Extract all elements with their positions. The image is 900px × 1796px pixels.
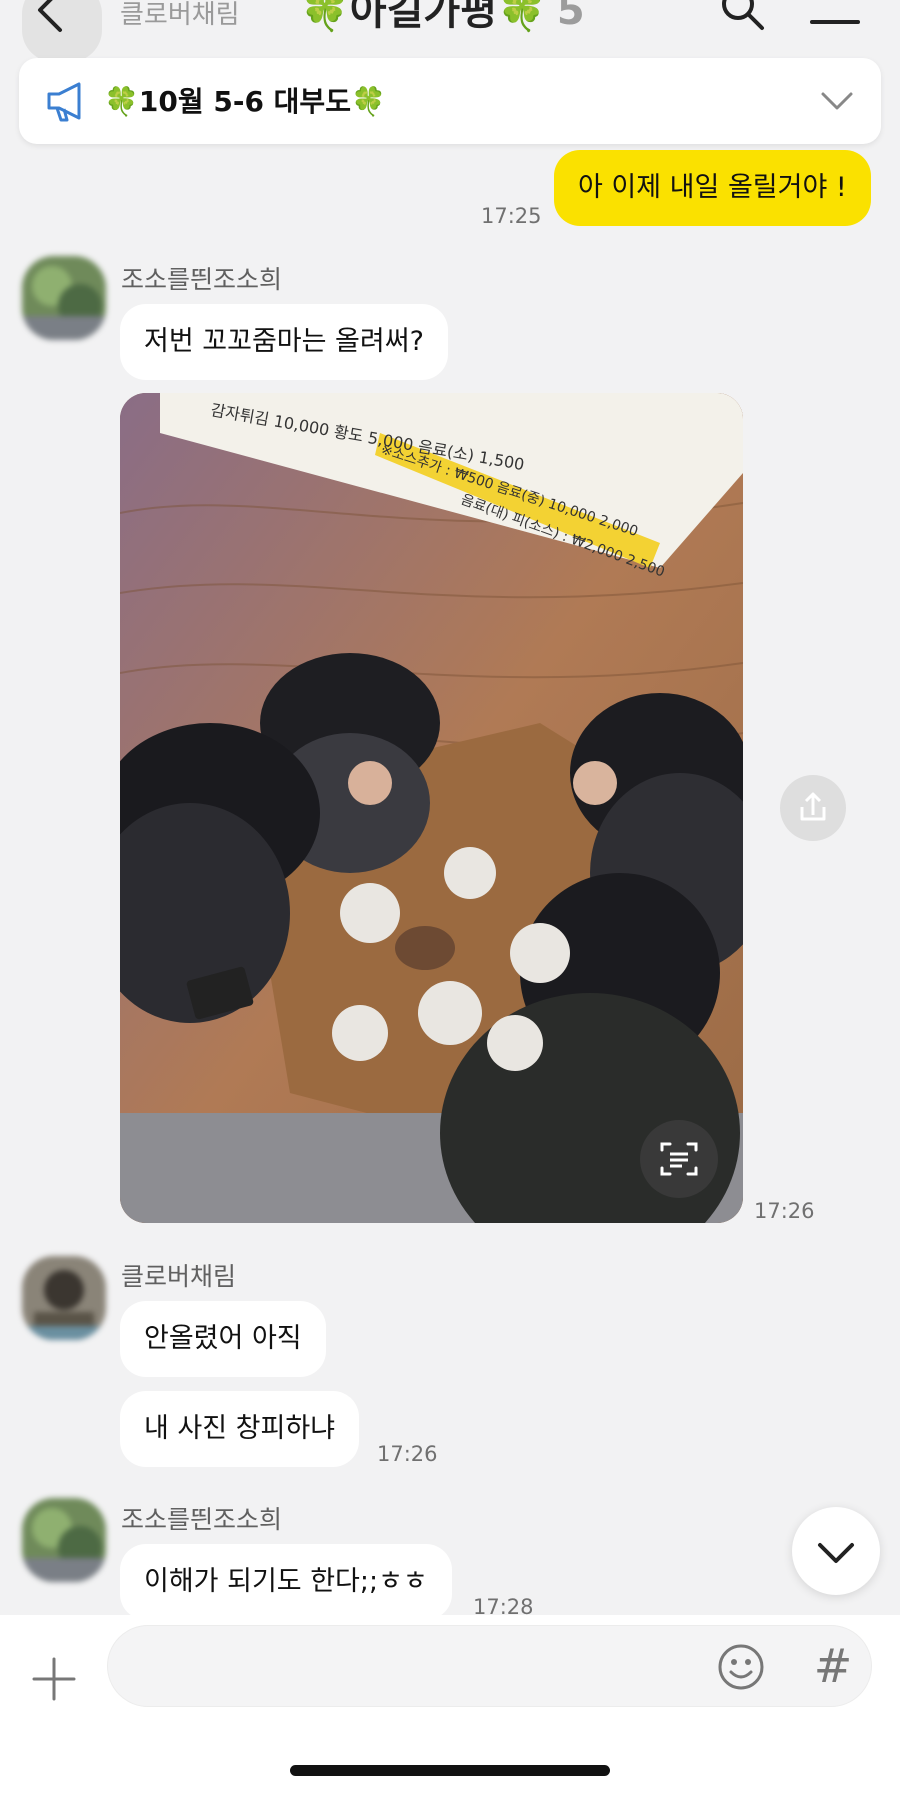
- avatar[interactable]: [22, 1498, 106, 1582]
- search-button[interactable]: [718, 0, 766, 32]
- notice-banner[interactable]: 🍀10월 5-6 대부도🍀: [19, 58, 881, 144]
- message-bubble[interactable]: 내 사진 창피하냐: [120, 1391, 360, 1467]
- menu-button[interactable]: [810, 0, 860, 30]
- notice-text: 🍀10월 5-6 대부도🍀: [104, 85, 386, 118]
- chat-title-text: 🍀아길가평🍀: [300, 0, 547, 34]
- message-bubble[interactable]: 이해가 되기도 한다;;ㅎㅎ: [120, 1544, 452, 1620]
- avatar[interactable]: [22, 256, 106, 340]
- message-time: 17:25: [481, 204, 542, 228]
- share-button[interactable]: [780, 775, 846, 841]
- text-scan-icon: [660, 1142, 698, 1176]
- hash-icon[interactable]: #: [808, 1636, 858, 1696]
- search-icon: [722, 0, 764, 30]
- chevron-down-icon: [818, 1543, 854, 1563]
- message-time: 17:26: [754, 1199, 815, 1223]
- sender-name: 조소를띈조소희: [121, 1505, 283, 1534]
- megaphone-icon: [45, 80, 89, 122]
- scroll-to-bottom-button[interactable]: [792, 1507, 880, 1595]
- message-bubble[interactable]: 안올렸어 아직: [120, 1301, 326, 1377]
- message-time: 17:26: [377, 1442, 438, 1466]
- avatar[interactable]: [22, 1256, 106, 1340]
- text-scan-button[interactable]: [640, 1120, 718, 1198]
- emoji-button[interactable]: [716, 1642, 766, 1692]
- message-input-bar: #: [0, 1615, 900, 1796]
- sender-name: 조소를띈조소희: [121, 265, 283, 294]
- header-ghost-sender: 클로버채림: [120, 0, 240, 30]
- plus-icon: [32, 1657, 76, 1701]
- my-message-bubble[interactable]: 아 이제 내일 올릴거야 !: [554, 150, 871, 226]
- chat-header: 클로버채림 🍀아길가평🍀 5: [0, 0, 900, 62]
- shared-photo[interactable]: 감자튀김 10,000 황도 5,000 음료(소) 1,500 ※소스추가 :…: [120, 393, 743, 1223]
- emoji-icon: [718, 1644, 764, 1690]
- back-chevron-icon: [38, 0, 62, 32]
- notice-expand-button[interactable]: [819, 86, 855, 114]
- message-input[interactable]: #: [107, 1625, 872, 1707]
- share-icon: [800, 792, 826, 821]
- chat-title: 🍀아길가평🍀 5: [300, 0, 585, 36]
- hamburger-menu-icon: [810, 20, 860, 24]
- sender-name: 클로버채림: [121, 1262, 237, 1291]
- attach-button[interactable]: [30, 1655, 78, 1703]
- member-count: 5: [556, 0, 585, 34]
- chevron-down-icon: [821, 92, 853, 110]
- message-bubble[interactable]: 저번 꼬꼬줌마는 올려써?: [120, 304, 448, 380]
- home-indicator: [290, 1765, 610, 1776]
- back-button[interactable]: [30, 0, 70, 36]
